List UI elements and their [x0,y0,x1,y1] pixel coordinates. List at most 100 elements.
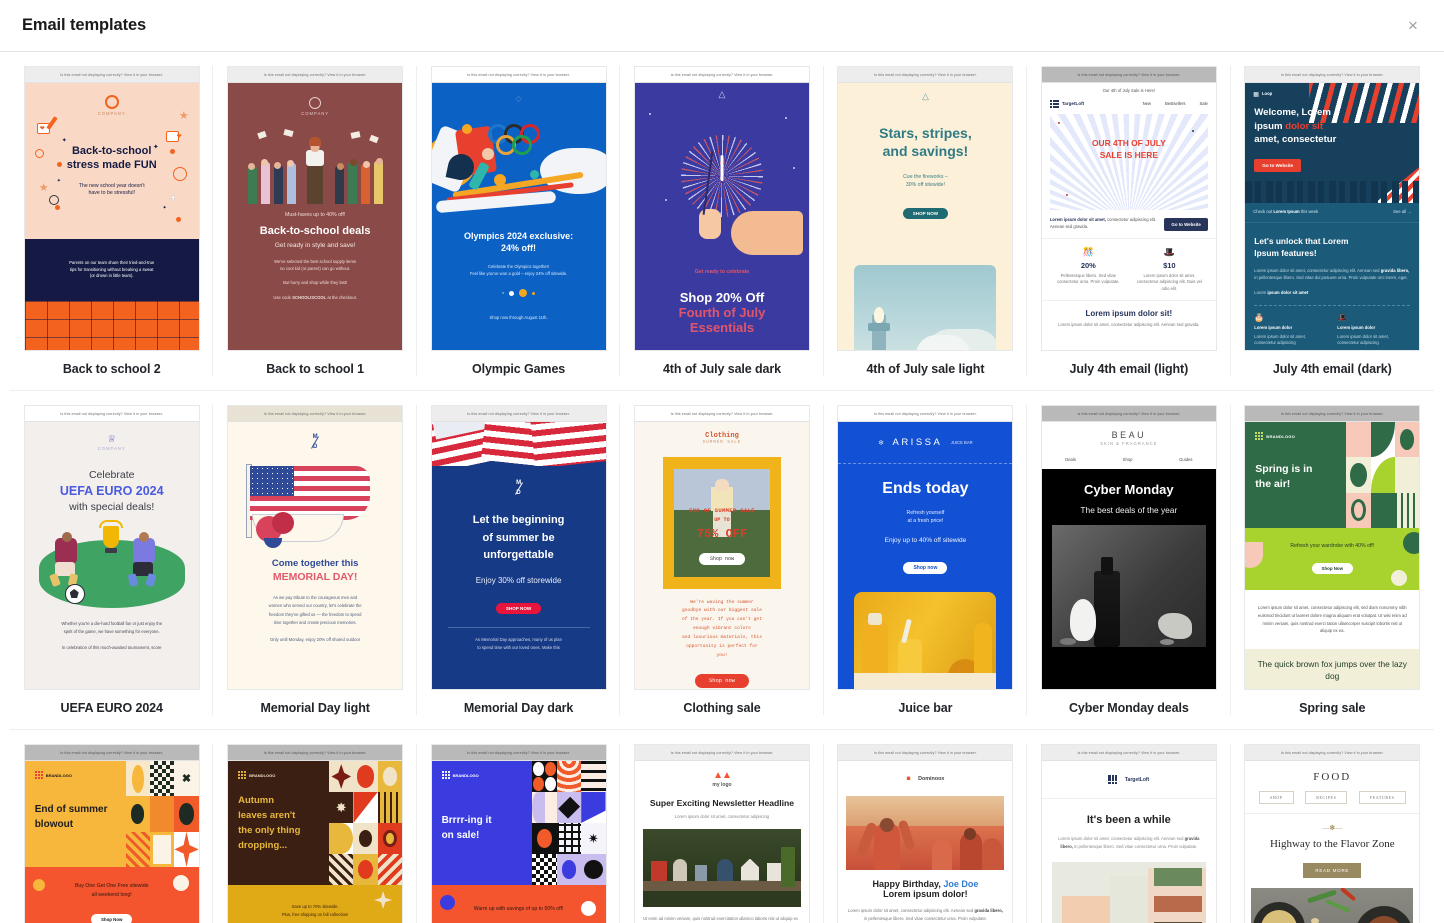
template-card[interactable]: Is this email not displaying correctly? … [417,730,621,923]
body-line-3: Enjoy up to 40% off sitewide [884,536,967,544]
body-line-1: Parents on our team share their tried-an… [69,260,155,266]
brand-name: COMPANY [97,446,126,451]
nav-item-new[interactable]: New [1143,101,1151,108]
headline: Cyber Monday [1084,482,1174,497]
email-templates-modal: Email templates × Is this email not disp… [0,0,1444,923]
template-card[interactable]: Is this email not displaying correctly? … [620,391,824,729]
template-preview: Is this email not displaying correctly? … [1244,405,1421,690]
template-preview: Is this email not displaying correctly? … [227,66,404,351]
body-line-2: to spend time with our loved ones. Make … [477,644,560,650]
brand-name: BRANDLOGO [249,772,276,778]
col-1-title: Lorem ipsum dolor [1254,325,1293,331]
shop-now-button[interactable]: SHOP NOW [495,602,542,614]
brand-name: Clothing [705,432,739,440]
brand-sub: SUMMER SALE [702,441,742,445]
headline-pre: Happy Birthday, [872,879,944,889]
shop-now-button[interactable]: Shop now [903,561,948,574]
body-line-2: Feel like you've won a gold – enjoy 24% … [469,270,568,276]
brand-logo-icon [1255,432,1264,440]
template-card[interactable]: Is this email not displaying correctly? … [1027,52,1231,390]
kicker: Must-haves up to 40% off! [285,211,346,218]
shop-now-button[interactable]: Shop Now [1311,563,1354,575]
headline-line-1: Let the beginning [472,514,565,527]
template-card[interactable]: Is this email not displaying correctly? … [417,52,621,390]
nav-item-guides[interactable]: Guides [1179,457,1192,464]
template-card[interactable]: Is this email not displaying correctly? … [213,730,417,923]
nav-item-recipes[interactable]: RECIPES [1305,791,1348,804]
brand-logo-icon: △ [921,91,929,101]
template-card[interactable]: Is this email not displaying correctly? … [824,730,1028,923]
brand-sub: JUICE BAR [950,439,973,445]
shop-now-button[interactable]: Shop now [695,674,749,689]
code-pre: Use code [273,294,293,300]
template-grid: Is this email not displaying correctly? … [10,52,1434,923]
brand-name: Loop [1261,91,1273,97]
headline-line-1: Shop 20% Off [679,289,765,305]
template-card[interactable]: Is this email not displaying correctly? … [1027,730,1231,923]
template-card[interactable]: Is this email not displaying correctly? … [1027,391,1231,729]
headline-line-2: the air! [1255,477,1291,490]
body-text: Ut enim ad minim veniam, quis nostrud ex… [642,915,798,921]
headline-line-2: UEFA EURO 2024 [59,483,164,498]
template-gallery[interactable]: Is this email not displaying correctly? … [0,52,1444,923]
sub-line-2: have to be stressful! [88,190,135,197]
headline-line-2: stress made FUN [66,158,157,171]
body-line-6: opportunity is perfect for [686,644,758,650]
template-card[interactable]: Is this email not displaying correctly? … [824,52,1028,390]
sub: The best deals of the year [1080,505,1178,515]
shop-now-button[interactable]: Shop Now [90,914,133,923]
see-all-link[interactable]: See all → [1393,209,1411,216]
footer-text: Lorem ipsum dolor sit amet, consectetur … [1058,322,1200,328]
headline-line-2a: ipsum [1254,120,1286,132]
template-card[interactable]: Is this email not displaying correctly? … [824,391,1028,729]
template-card[interactable]: Is this email not displaying correctly? … [10,52,214,390]
stat-text-1: Pellentesque libero. Sed vitae consectet… [1057,272,1120,285]
nav-item-features[interactable]: FEATURES [1358,791,1406,804]
template-card[interactable]: Is this email not displaying correctly? … [620,52,824,390]
nav-item-bestsellers[interactable]: Bestsellers [1165,101,1185,108]
browser-note: Is this email not displaying correctly? … [1041,745,1216,761]
shop-now-button[interactable]: SHOP NOW [902,207,949,219]
sub: Get ready in style and save! [274,242,356,250]
close-icon[interactable]: × [1400,13,1426,39]
headline-line-3: Essentials [689,319,755,335]
brand-logo-icon: △ [718,89,726,99]
template-card[interactable]: Is this email not displaying correctly? … [10,391,214,729]
template-card[interactable]: Is this email not displaying correctly? … [620,730,824,923]
band-text: Refresh your wardrobe with 40% off! [1290,542,1375,549]
headline-line-2: Lorem ipsum dolor! [883,889,968,899]
paragraph: Lorem ipsum dolor sit amet, consectetur … [1257,605,1407,634]
template-card[interactable]: Is this email not displaying correctly? … [417,391,621,729]
template-label: UEFA EURO 2024 [60,701,163,715]
headline: Ends today [882,480,969,497]
poster-shop-button[interactable]: Shop now [698,552,745,565]
template-label: Spring sale [1299,701,1366,715]
template-card[interactable]: Is this email not displaying correctly? … [1231,52,1434,390]
read-more-button[interactable]: READ MORE [1303,863,1362,878]
nav-item-deals[interactable]: Deals [1065,457,1076,464]
template-card[interactable]: Is this email not displaying correctly? … [1231,391,1434,729]
headline-line-2: on sale! [441,830,480,841]
go-to-website-button[interactable]: Go to Website [1254,158,1302,172]
headline-line-2: Fourth of July [678,304,766,320]
template-card[interactable]: Is this email not displaying correctly? … [213,52,417,390]
hero-line-1: OUR 4TH OF JULY [1092,138,1166,149]
sub: Lorem ipsum dolor sit amet, consectetur … [674,814,770,819]
template-card[interactable]: Is this email not displaying correctly? … [10,730,214,923]
brand-logo-icon [441,771,450,779]
headline-line-2: 24% off! [501,243,537,254]
template-label: 4th of July sale light [866,362,985,376]
go-to-website-button[interactable]: Go to Website [1164,217,1208,231]
template-card[interactable]: Is this email not displaying correctly? … [213,391,417,729]
nav-item-shop[interactable]: Shop [1123,457,1133,464]
template-preview: Is this email not displaying correctly? … [1040,66,1217,351]
nav-item-shop[interactable]: SHOP [1259,791,1294,804]
headline-line-3: amet, consectetur [1254,134,1337,146]
body-line-2: goodbye with our biggest sale [682,608,762,614]
nav-item-sale[interactable]: Sale [1199,101,1207,108]
headline-line-1: Welcome, Lorem [1254,107,1331,118]
brand-logo: COMPANY [301,111,330,116]
template-card[interactable]: Is this email not displaying correctly? … [1231,730,1434,923]
brand-logo-icon [238,771,247,779]
body-line-1: As we pay tribute to the courageous men … [272,595,358,601]
